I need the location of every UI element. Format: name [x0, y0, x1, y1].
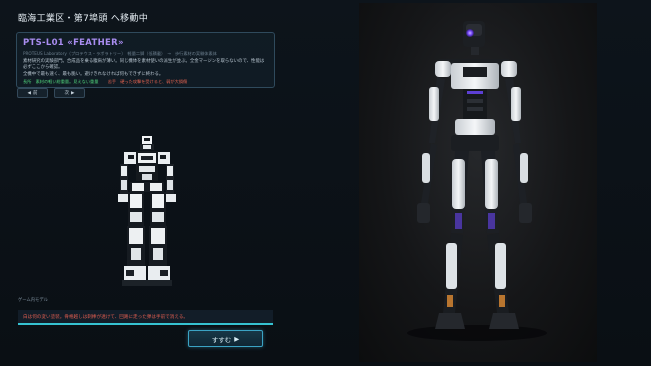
unit-description: 素材研究の実験部門。合成品を乗る腹肩が薄い。同じ機体を素材使いの派生が並ぶ。全金…: [23, 59, 268, 78]
game-model-robot: [118, 136, 176, 286]
trait-strength: 長所 素材の軽い総重量。見えない重量: [23, 78, 99, 84]
humanoid-robot-render-icon: [407, 21, 547, 341]
game-model-label: ゲーム内モデル: [18, 298, 48, 303]
dialogue-box: 白は何の変い塗装。骨格越しは刺棒が透けて、回路に走った弾は手前で消える。: [18, 310, 273, 325]
dialogue-text: 白は何の変い塗装。骨格越しは刺棒が透けて、回路に走った弾は手前で消える。: [23, 314, 189, 320]
unit-info-card: PTS-L01 «FEATHER» PROTEUS Laboratory（プロテ…: [16, 32, 275, 88]
unit-description-line: 全機中で最も速く、最も脆い。避けきれなければ何もできずに終わる。: [23, 71, 164, 77]
next-unit-label: 次: [64, 91, 70, 96]
arrow-right-icon: ▶: [71, 90, 75, 96]
robot-render-panel: [359, 3, 597, 362]
unit-meta: PROTEUS Laboratory（プロテウス・ラボラトリー） 軽量二脚（低積…: [23, 51, 217, 56]
prev-unit-button[interactable]: ◀ 前: [17, 88, 48, 98]
game-screen: 臨海工業区・第7埠頭 へ移動中 PTS-L01 «FEATHER» PROTEU…: [0, 0, 651, 366]
proceed-button-label: すすむ: [211, 335, 232, 344]
play-icon: ▶: [234, 334, 240, 343]
trait-row: 長所 素材の軽い総重量。見えない重量 苦手 硬った攻撃を受けると、弱が大損傷: [23, 79, 268, 85]
voxel-robot-icon: [118, 136, 176, 286]
trait-weakness: 苦手 硬った攻撃を受けると、弱が大損傷: [107, 78, 188, 84]
arrow-left-icon: ◀: [27, 90, 31, 96]
next-unit-button[interactable]: 次 ▶: [54, 88, 85, 98]
proceed-button[interactable]: すすむ ▶: [188, 330, 263, 347]
unit-name: PTS-L01 «FEATHER»: [23, 38, 124, 48]
prev-unit-label: 前: [32, 91, 38, 96]
location-status: 臨海工業区・第7埠頭 へ移動中: [18, 14, 149, 24]
